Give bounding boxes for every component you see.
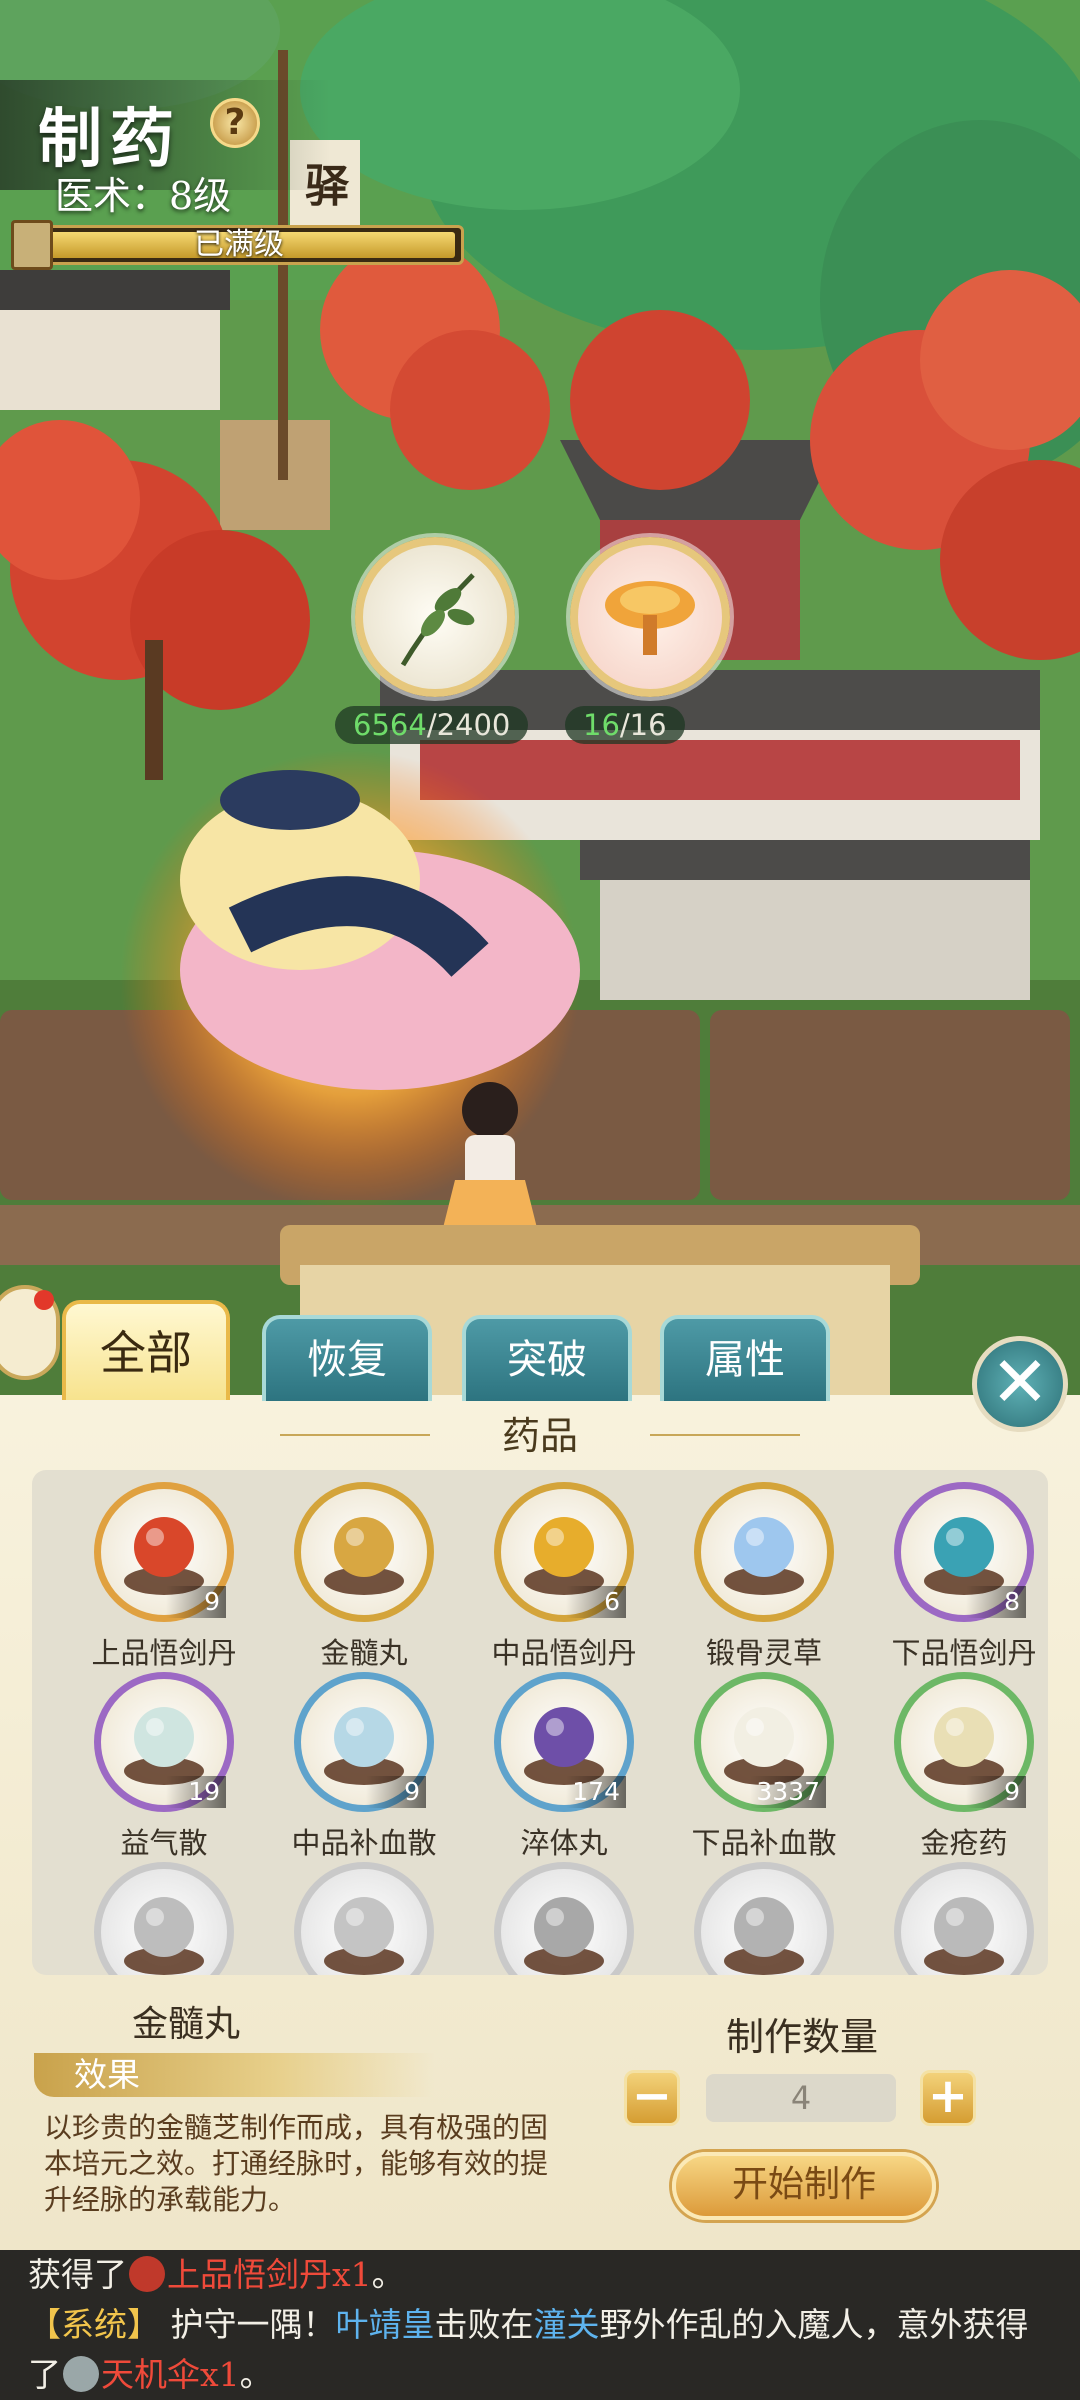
craft-hud: 制药 ? 医术：8级 已满级 [0,60,480,280]
herb-leaf-icon[interactable] [355,537,515,697]
item-count: 8 [966,1586,1026,1618]
item-count: 19 [166,1776,226,1808]
grid-item[interactable]: 锻骨灵草 [656,1470,846,1670]
grid-item[interactable] [856,1850,1046,1975]
mushroom-count: 16/16 [565,706,685,744]
lingzhi-mushroom-icon[interactable] [570,537,730,697]
start-crafting-button[interactable]: 开始制作 [672,2152,936,2220]
tab-attribute[interactable]: 属性 [660,1315,830,1401]
umbrella-icon [63,2356,99,2392]
grid-item[interactable]: 174 淬体丸 [456,1660,646,1860]
selected-item-name: 金髓丸 [132,2004,241,2045]
help-icon[interactable]: ? [210,98,260,148]
tab-breakthrough[interactable]: 突破 [462,1315,632,1401]
system-tag: 【系统】 [28,2305,160,2344]
tab-all[interactable]: 全部 [62,1300,230,1400]
grid-item[interactable] [656,1850,846,1975]
pills-plate-icon [694,1862,834,1975]
item-grid: 9 上品悟剑丹 金髓丸 6 中品悟剑丹 锻骨灵草 8 下品悟剑丹 19 益气散 9 中品补血散 174 淬… [32,1470,1048,1975]
grid-item[interactable]: 金髓丸 [256,1470,446,1670]
grid-item[interactable]: 9 金疮药 [856,1660,1046,1860]
grid-item[interactable] [56,1850,246,1975]
item-description: 以珍贵的金髓芝制作而成，具有极强的固本培元之效。打通经脉时，能够有效的提升经脉的… [44,2111,549,2216]
log-line-3: 了天机伞x1。 [28,2355,273,2394]
item-count: 9 [966,1776,1026,1808]
decrease-button[interactable]: − [624,2070,680,2126]
inn-sign-char: 驿 [305,161,349,212]
red-orb-pill-icon [129,2256,165,2292]
log-line-1: 获得了 上品悟剑丹x1。 [28,2255,405,2294]
skill-progress-text: 已满级 [194,227,284,262]
tab-recovery[interactable]: 恢复 [262,1315,432,1401]
log-item-link[interactable]: 上品悟剑丹x1 [167,2255,372,2294]
jar-icon [494,1862,634,1975]
effect-label: 效果 [34,2053,434,2097]
medical-skill-level: 医术：8级 [55,174,232,218]
item-count: 174 [566,1776,626,1808]
grid-item[interactable] [456,1850,646,1975]
gold-pill-box-icon [294,1482,434,1622]
place-name-link[interactable]: 潼关 [534,2305,600,2344]
grid-item[interactable]: 9 上品悟剑丹 [56,1470,246,1670]
quantity-input[interactable]: 4 [706,2074,896,2122]
quantity-label: 制作数量 [726,2015,879,2059]
grid-item[interactable]: 9 中品补血散 [256,1660,446,1860]
player-name-link[interactable]: 叶靖皇 [336,2305,435,2344]
skill-progress-bar: 已满级 [11,220,464,270]
vase-icon [894,1862,1034,1975]
item-count: 3337 [750,1776,826,1808]
log-item-link-2[interactable]: 天机伞x1 [101,2355,240,2394]
blue-flower-icon [694,1482,834,1622]
category-tabs: 全部 恢复 突破 属性 [0,1300,1080,1401]
item-count: 9 [166,1586,226,1618]
item-count: 9 [366,1776,426,1808]
log-line-2: 【系统】 护守一隅！叶靖皇击败在潼关野外作乱的入魔人，意外获得 [28,2305,1029,2344]
section-title: 药品 [501,1414,578,1458]
grid-item[interactable]: 8 下品悟剑丹 [856,1470,1046,1670]
grid-item[interactable]: 6 中品悟剑丹 [456,1470,646,1670]
gourd-bottle-icon [94,1862,234,1975]
message-log: 获得了 上品悟剑丹x1。 【系统】 护守一隅！叶靖皇击败在潼关野外作乱的入魔人，意… [0,2250,1080,2400]
grid-item[interactable]: 19 益气散 [56,1660,246,1860]
grid-item[interactable] [256,1850,446,1975]
herb-count: 6564/2400 [335,706,529,744]
grid-item[interactable]: 3337 下品补血散 [656,1660,846,1860]
divider-right [650,1434,800,1436]
increase-button[interactable]: + [920,2070,976,2126]
gourd-icon [294,1862,434,1975]
item-count: 6 [566,1586,626,1618]
